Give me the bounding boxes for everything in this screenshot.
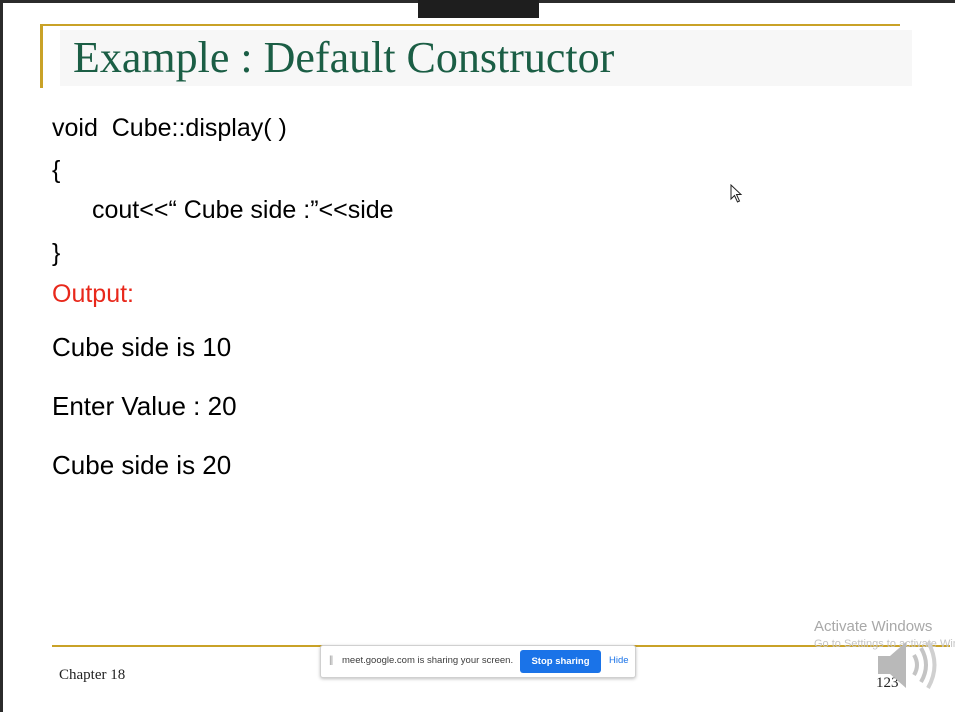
hide-button[interactable]: Hide <box>609 655 629 666</box>
stop-sharing-button[interactable]: Stop sharing <box>520 650 601 673</box>
output-label: Output: <box>52 280 134 308</box>
window-left-edge <box>0 0 3 712</box>
slide-title: Example : Default Constructor <box>73 33 615 82</box>
screen-share-bar: || meet.google.com is sharing your scree… <box>320 645 636 678</box>
speaker-icon[interactable] <box>874 636 938 694</box>
code-line: { <box>52 156 61 184</box>
output-line: Cube side is 10 <box>52 332 232 362</box>
code-line: cout<<“ Cube side :”<<side <box>92 196 394 224</box>
output-line: Enter Value : 20 <box>52 391 237 421</box>
activate-windows-title: Activate Windows <box>814 618 933 635</box>
code-line: void Cube::display( ) <box>52 114 287 142</box>
sharing-message: meet.google.com is sharing your screen. <box>342 655 514 666</box>
title-accent-bar <box>40 24 43 88</box>
title-divider <box>40 24 900 26</box>
drag-handle-icon[interactable]: || <box>329 655 333 666</box>
code-line: } <box>52 239 61 267</box>
output-line: Cube side is 20 <box>52 450 232 480</box>
top-window-tab <box>418 0 539 18</box>
chapter-label: Chapter 18 <box>59 667 126 683</box>
presentation-slide: Example : Default Constructor void Cube:… <box>0 0 955 712</box>
mouse-pointer-icon <box>730 183 744 204</box>
